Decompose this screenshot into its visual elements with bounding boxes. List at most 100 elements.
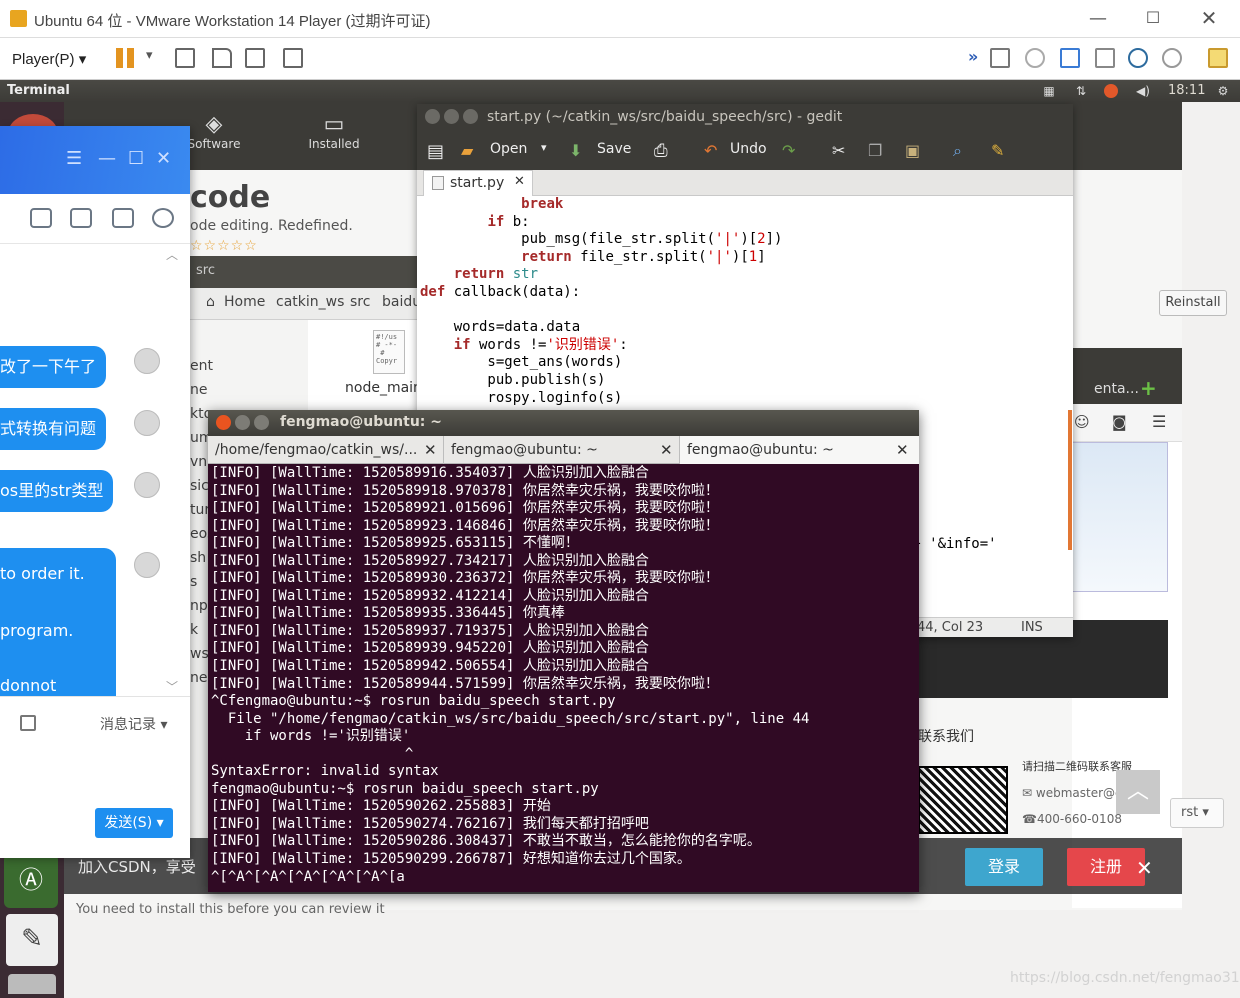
text-editor-icon[interactable]: ✎: [6, 914, 58, 966]
close-button[interactable]: ✕: [1198, 6, 1220, 30]
pocket-icon[interactable]: ◙: [1112, 413, 1127, 431]
sort-dropdown[interactable]: rst ▾: [1170, 798, 1224, 828]
tab-close-icon[interactable]: ✕: [896, 441, 909, 459]
add-member-icon[interactable]: [112, 208, 134, 228]
close-icon[interactable]: ✕: [1136, 856, 1153, 880]
chat-bubble[interactable]: 改了一下午了: [0, 346, 107, 388]
sidebar-item[interactable]: np: [190, 598, 208, 614]
note-icon[interactable]: [20, 715, 36, 731]
editor-scrollbar[interactable]: [1068, 410, 1072, 550]
sidebar-item[interactable]: ne: [190, 382, 208, 398]
app-settings-icon[interactable]: [152, 208, 174, 228]
save-button[interactable]: Save: [597, 141, 631, 157]
home-icon[interactable]: ⌂: [206, 294, 215, 310]
network-adapter-icon[interactable]: [1060, 48, 1080, 68]
sidebar-item[interactable]: ws: [190, 646, 209, 662]
undo-icon[interactable]: ↶: [704, 141, 717, 160]
trash-icon[interactable]: [8, 974, 56, 994]
maximize-button[interactable]: [463, 109, 478, 124]
back-to-top-button[interactable]: ︿: [1116, 770, 1160, 814]
cd-icon[interactable]: [1025, 48, 1045, 68]
close-button[interactable]: [425, 109, 440, 124]
phone-call-icon[interactable]: [70, 208, 92, 228]
sidebar-item[interactable]: k: [190, 622, 198, 638]
more-devices-icon[interactable]: »: [968, 47, 978, 66]
new-tab-icon[interactable]: +: [1140, 376, 1157, 400]
terminal-tab-active[interactable]: fengmao@ubuntu: ~ ✕: [680, 436, 919, 464]
tab-close-icon[interactable]: ✕: [424, 441, 437, 459]
crumb-baidu[interactable]: baidu: [382, 294, 421, 310]
usb-icon[interactable]: [1128, 48, 1148, 68]
minimize-button[interactable]: [444, 109, 459, 124]
volume-icon[interactable]: ◀): [1136, 84, 1150, 98]
tab-close-icon[interactable]: ✕: [514, 174, 525, 189]
sidebar-item[interactable]: s: [190, 574, 197, 590]
installed-tab[interactable]: ▭ Installed: [304, 112, 364, 151]
chat-bubble[interactable]: 式转换有问题: [0, 408, 107, 450]
sidebar-item[interactable]: ent: [190, 358, 213, 374]
save-icon[interactable]: ⬇: [569, 141, 582, 160]
find-icon[interactable]: ⌕: [953, 141, 962, 161]
send-ctrl-alt-del-icon[interactable]: [212, 48, 232, 68]
software-updater-icon[interactable]: Ⓐ: [4, 854, 58, 908]
copy-icon[interactable]: ❐: [868, 141, 882, 160]
undo-button[interactable]: Undo: [730, 141, 767, 157]
send-button[interactable]: 发送(S) ▾: [95, 808, 173, 838]
input-method-icon[interactable]: [1104, 84, 1118, 98]
crumb-catkin-ws[interactable]: catkin_ws: [276, 294, 344, 310]
minimize-button[interactable]: —: [1088, 8, 1108, 29]
cut-icon[interactable]: ✂: [832, 141, 845, 160]
crumb-home[interactable]: Home: [224, 294, 265, 310]
pause-icon[interactable]: [116, 48, 136, 68]
tab-start-py[interactable]: start.py ✕: [423, 170, 533, 196]
avatar[interactable]: [134, 348, 160, 374]
paste-icon[interactable]: ▣: [905, 141, 920, 160]
terminal-output[interactable]: [INFO] [WallTime: 1520589916.354037] 人脸识…: [211, 465, 917, 889]
sound-icon[interactable]: [1162, 48, 1182, 68]
settings-gear-icon[interactable]: ⚙: [1216, 84, 1230, 98]
software-tab[interactable]: ◈ Software: [184, 112, 244, 151]
pause-dropdown-icon[interactable]: ▾: [146, 48, 153, 63]
network-icon[interactable]: [175, 48, 195, 68]
menu-icon[interactable]: ☰: [66, 148, 82, 169]
printer-icon[interactable]: [1095, 48, 1115, 68]
minimize-icon[interactable]: —: [98, 148, 116, 169]
emoji-icon[interactable]: ☺: [1074, 413, 1090, 431]
screenshot-icon[interactable]: [30, 208, 52, 228]
player-menu[interactable]: Player(P) ▾: [12, 50, 86, 68]
tab-close-icon[interactable]: ✕: [660, 441, 673, 459]
message-history-link[interactable]: 消息记录 ▾: [100, 714, 167, 734]
chat-bubble-long[interactable]: to order it. program. donnot: [0, 548, 116, 696]
chat-bubble[interactable]: os里的str类型: [0, 470, 114, 512]
keyboard-icon[interactable]: ▦: [1042, 84, 1056, 98]
sidebar-item[interactable]: ne: [190, 670, 208, 686]
new-document-icon[interactable]: ▤: [427, 141, 444, 162]
avatar[interactable]: [134, 472, 160, 498]
reinstall-button[interactable]: Reinstall: [1159, 290, 1227, 316]
crumb-src[interactable]: src: [350, 294, 370, 310]
maximize-button[interactable]: [254, 415, 269, 430]
print-icon[interactable]: ⎙: [654, 141, 668, 161]
sidebar-item[interactable]: sh: [190, 550, 206, 566]
browser-tab-label[interactable]: enta...: [1094, 381, 1139, 397]
collapse-up-icon[interactable]: ︿: [166, 246, 178, 263]
avatar[interactable]: [134, 552, 160, 578]
maximize-button[interactable]: ☐: [1143, 8, 1163, 28]
collapse-down-icon[interactable]: ﹀: [166, 678, 178, 695]
login-button[interactable]: 登录: [965, 848, 1043, 886]
cursor-position[interactable]: 44, Col 23: [917, 620, 983, 635]
open-dropdown-icon[interactable]: ▾: [541, 141, 547, 154]
redo-icon[interactable]: ↷: [782, 141, 795, 160]
terminal-tab[interactable]: /home/fengmao/catkin_ws/... ✕: [208, 436, 444, 464]
hard-disk-icon[interactable]: [990, 48, 1010, 68]
hamburger-menu-icon[interactable]: ☰: [1152, 412, 1166, 431]
sidebar-item[interactable]: sic: [190, 478, 209, 494]
close-icon[interactable]: ✕: [156, 148, 171, 169]
fullscreen-icon[interactable]: [245, 48, 265, 68]
network-updown-icon[interactable]: ⇅: [1074, 84, 1088, 98]
unity-icon[interactable]: [283, 48, 303, 68]
replace-icon[interactable]: ✎: [991, 141, 1004, 160]
avatar[interactable]: [134, 410, 160, 436]
panel-clock[interactable]: 18:11: [1168, 83, 1205, 98]
close-button[interactable]: [216, 415, 231, 430]
